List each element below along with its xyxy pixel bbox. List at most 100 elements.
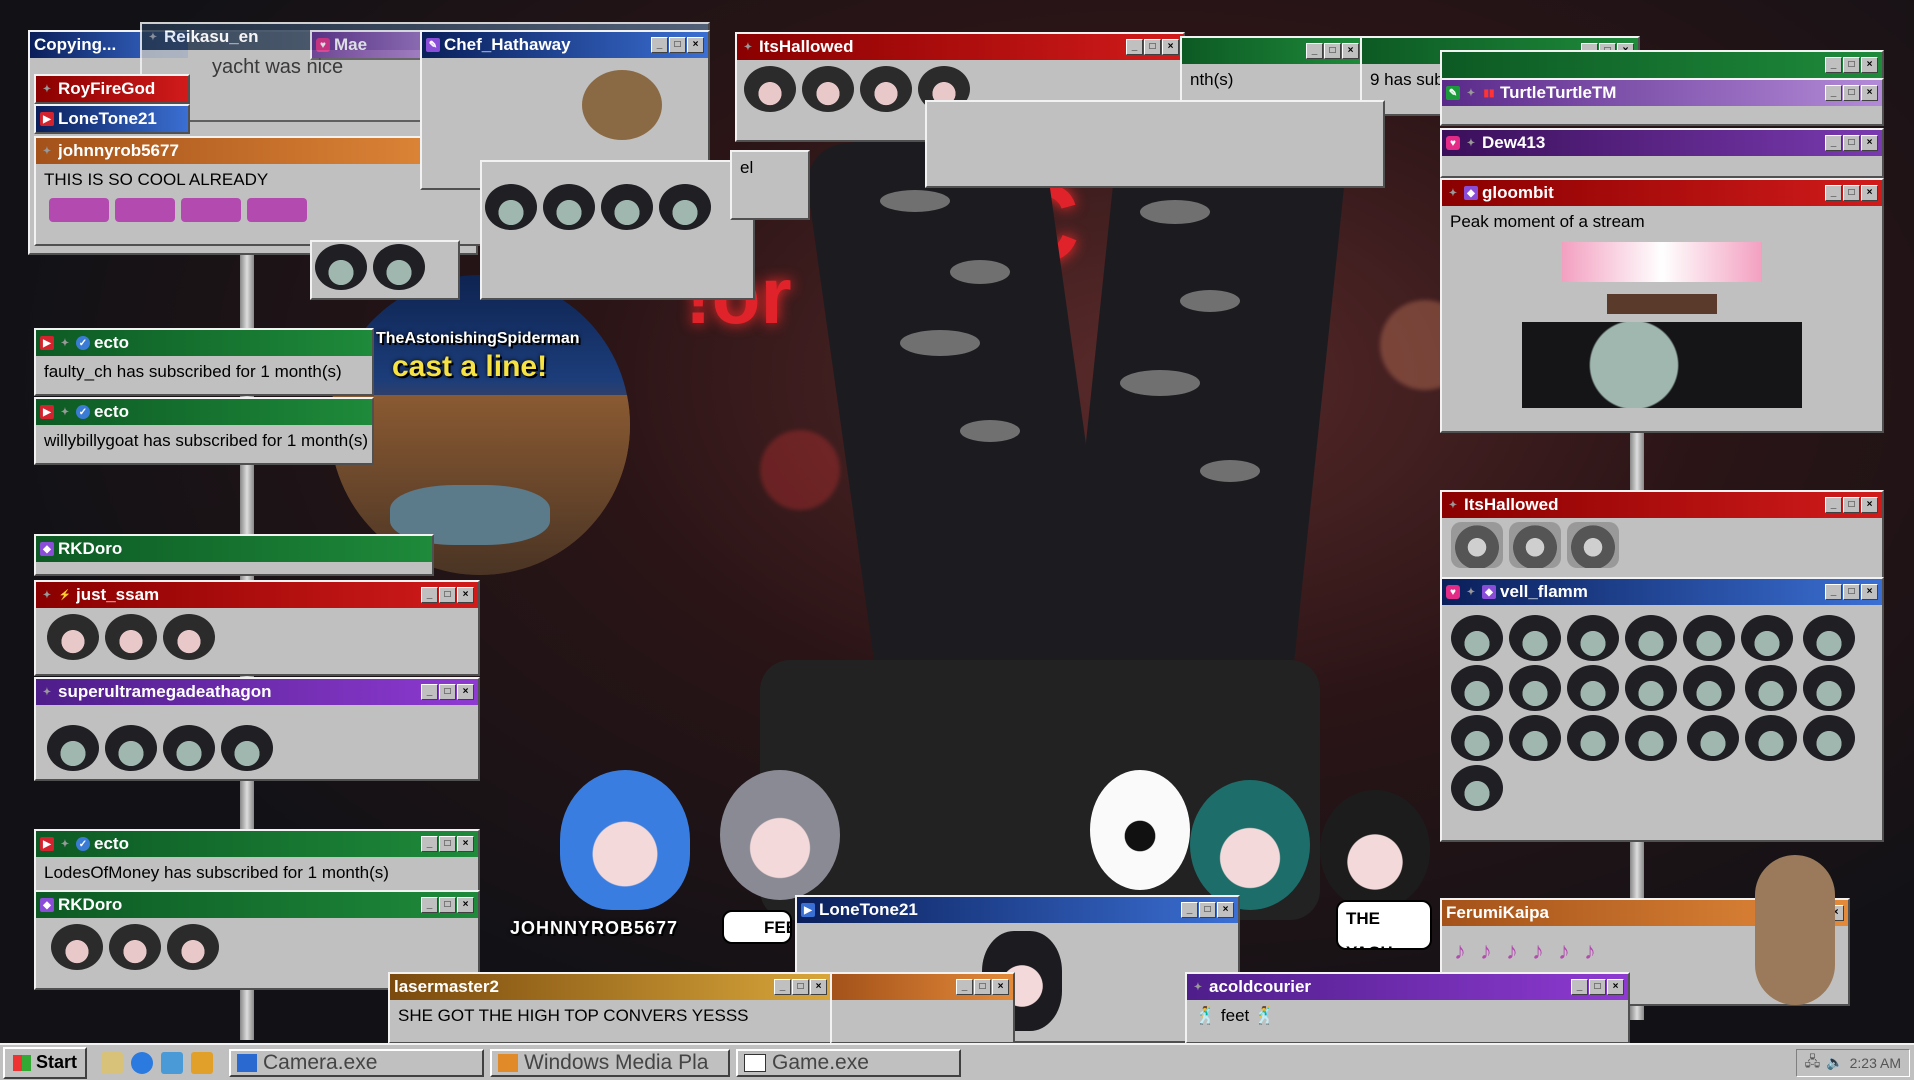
computer-icon[interactable]	[161, 1051, 184, 1074]
blank-window[interactable]	[925, 100, 1385, 188]
close-button[interactable]: ×	[1861, 57, 1878, 73]
dew-titlebar[interactable]: ♥ ✦ Dew413 _ □ ×	[1442, 130, 1882, 156]
rkdoro-window-1[interactable]: ◆ RKDoro	[34, 534, 434, 576]
taskbar-media-player[interactable]: Windows Media Pla	[490, 1048, 731, 1077]
turtle-titlebar[interactable]: ✎ ✦ ▮▮ TurtleTurtleTM _ □ ×	[1442, 80, 1882, 106]
lonetone-top-window[interactable]: ▶ LoneTone21	[34, 104, 190, 134]
minimize-button[interactable]: _	[956, 979, 973, 995]
network-icon[interactable]: 🖧	[1805, 1051, 1821, 1075]
itshallowed-top-titlebar[interactable]: ✦ ItsHallowed _ □ ×	[737, 34, 1183, 60]
month-titlebar[interactable]: _ □ ×	[1182, 38, 1363, 64]
minimize-button[interactable]: _	[774, 979, 791, 995]
maximize-button[interactable]: □	[1843, 57, 1860, 73]
close-button[interactable]: ×	[1861, 185, 1878, 201]
ecto-2-titlebar[interactable]: ▶ ✦ ✓ ecto	[36, 399, 372, 425]
media-icon[interactable]	[191, 1051, 214, 1074]
maximize-button[interactable]: □	[1324, 43, 1341, 59]
minimize-button[interactable]: _	[1825, 57, 1842, 73]
just-ssam-window[interactable]: ✦ ⚡ just_ssam _ □ ×	[34, 580, 480, 676]
maximize-button[interactable]: □	[439, 897, 456, 913]
rkdoro-1-titlebar[interactable]: ◆ RKDoro	[36, 536, 432, 562]
girl-emote-window[interactable]	[480, 160, 755, 300]
maximize-button[interactable]: □	[974, 979, 991, 995]
close-button[interactable]: ×	[1607, 979, 1624, 995]
orange-window[interactable]: _ □ ×	[830, 972, 1015, 1044]
minimize-button[interactable]: _	[1181, 902, 1198, 918]
minimize-button[interactable]: _	[651, 37, 668, 53]
maximize-button[interactable]: □	[1589, 979, 1606, 995]
minimize-button[interactable]: _	[421, 897, 438, 913]
lasermaster-window[interactable]: lasermaster2 _ □ × SHE GOT THE HIGH TOP CO…	[388, 972, 833, 1044]
stacked-green-window[interactable]: _ □ ×	[1440, 50, 1884, 80]
maximize-button[interactable]: □	[1843, 85, 1860, 101]
minimize-button[interactable]: _	[1825, 584, 1842, 600]
ecto-window-3[interactable]: ▶ ✦ ✓ ecto _ □ × LodesOfMoney has subscrib…	[34, 829, 480, 893]
maximize-button[interactable]: □	[792, 979, 809, 995]
browser-icon[interactable]	[131, 1051, 154, 1074]
maximize-button[interactable]: □	[439, 836, 456, 852]
minimize-button[interactable]: _	[421, 587, 438, 603]
close-button[interactable]: ×	[992, 979, 1009, 995]
ecto-window-2[interactable]: ▶ ✦ ✓ ecto willybillygoat has subscribed…	[34, 397, 374, 465]
chef-titlebar[interactable]: ✎ Chef_Hathaway _ □ ×	[422, 32, 708, 58]
dew-window[interactable]: ♥ ✦ Dew413 _ □ ×	[1440, 128, 1884, 178]
acoldcourier-titlebar[interactable]: ✦ acoldcourier _ □ ×	[1187, 974, 1628, 1000]
itshallowed-right-titlebar[interactable]: ✦ ItsHallowed _ □ ×	[1442, 492, 1882, 518]
minimize-button[interactable]: _	[421, 836, 438, 852]
maximize-button[interactable]: □	[1843, 135, 1860, 151]
maximize-button[interactable]: □	[1843, 497, 1860, 513]
close-button[interactable]: ×	[1861, 135, 1878, 151]
close-button[interactable]: ×	[1217, 902, 1234, 918]
minimize-button[interactable]: _	[1825, 135, 1842, 151]
gloombit-window[interactable]: ✦ ◆ gloombit _ □ × Peak moment of a stream	[1440, 178, 1884, 433]
minimize-button[interactable]: _	[1571, 979, 1588, 995]
maximize-button[interactable]: □	[1843, 185, 1860, 201]
maximize-button[interactable]: □	[1199, 902, 1216, 918]
turtle-window[interactable]: ✎ ✦ ▮▮ TurtleTurtleTM _ □ ×	[1440, 78, 1884, 126]
close-button[interactable]: ×	[1861, 85, 1878, 101]
close-button[interactable]: ×	[687, 37, 704, 53]
minimize-button[interactable]: _	[421, 684, 438, 700]
lonetone-bottom-titlebar[interactable]: ▶ LoneTone21 _ □ ×	[797, 897, 1238, 923]
taskbar-camera[interactable]: Camera.exe	[229, 1048, 485, 1077]
minimize-button[interactable]: _	[1306, 43, 1323, 59]
lonetone-top-titlebar[interactable]: ▶ LoneTone21	[36, 106, 188, 132]
rkdoro-2-titlebar[interactable]: ◆ RKDoro _ □ ×	[36, 892, 478, 918]
maximize-button[interactable]: □	[1843, 584, 1860, 600]
minimize-button[interactable]: _	[1126, 39, 1143, 55]
lasermaster-titlebar[interactable]: lasermaster2 _ □ ×	[390, 974, 831, 1000]
notepad-icon[interactable]	[101, 1051, 124, 1074]
orange-titlebar[interactable]: _ □ ×	[832, 974, 1013, 1000]
close-button[interactable]: ×	[1861, 497, 1878, 513]
minimize-button[interactable]: _	[1825, 85, 1842, 101]
ecto-3-titlebar[interactable]: ▶ ✦ ✓ ecto _ □ ×	[36, 831, 478, 857]
maximize-button[interactable]: □	[439, 587, 456, 603]
start-button[interactable]: Start	[3, 1046, 88, 1079]
maximize-button[interactable]: □	[669, 37, 686, 53]
maximize-button[interactable]: □	[439, 684, 456, 700]
superultra-titlebar[interactable]: ✦ superultramegadeathagon _ □ ×	[36, 679, 478, 705]
vell-titlebar[interactable]: ♥ ✦ ◆ vell_flamm _ □ ×	[1442, 579, 1882, 605]
vell-window[interactable]: ♥ ✦ ◆ vell_flamm _ □ ×	[1440, 577, 1884, 842]
itshallowed-right-window[interactable]: ✦ ItsHallowed _ □ ×	[1440, 490, 1884, 580]
volume-icon[interactable]: 🔈	[1826, 1054, 1843, 1071]
girl-emote-window-2[interactable]	[310, 240, 460, 300]
minimize-button[interactable]: _	[1825, 497, 1842, 513]
johnnyrob-window[interactable]: ✦ johnnyrob5677 THIS IS SO COOL ALREADY	[34, 136, 484, 246]
close-button[interactable]: ×	[457, 587, 474, 603]
superultra-window[interactable]: ✦ superultramegadeathagon _ □ ×	[34, 677, 480, 781]
close-button[interactable]: ×	[457, 836, 474, 852]
gloombit-titlebar[interactable]: ✦ ◆ gloombit _ □ ×	[1442, 180, 1882, 206]
ecto-1-titlebar[interactable]: ▶ ✦ ✓ ecto	[36, 330, 372, 356]
maximize-button[interactable]: □	[1144, 39, 1161, 55]
close-button[interactable]: ×	[457, 684, 474, 700]
close-button[interactable]: ×	[1342, 43, 1359, 59]
acoldcourier-window[interactable]: ✦ acoldcourier _ □ × 🕺 feet 🕺	[1185, 972, 1630, 1044]
johnnyrob-titlebar[interactable]: ✦ johnnyrob5677	[36, 138, 482, 164]
close-button[interactable]: ×	[1861, 584, 1878, 600]
stacked-green-titlebar[interactable]: _ □ ×	[1442, 52, 1882, 78]
close-button[interactable]: ×	[810, 979, 827, 995]
close-button[interactable]: ×	[457, 897, 474, 913]
royfire-titlebar[interactable]: ✦ RoyFireGod	[36, 76, 188, 102]
minimize-button[interactable]: _	[1825, 185, 1842, 201]
